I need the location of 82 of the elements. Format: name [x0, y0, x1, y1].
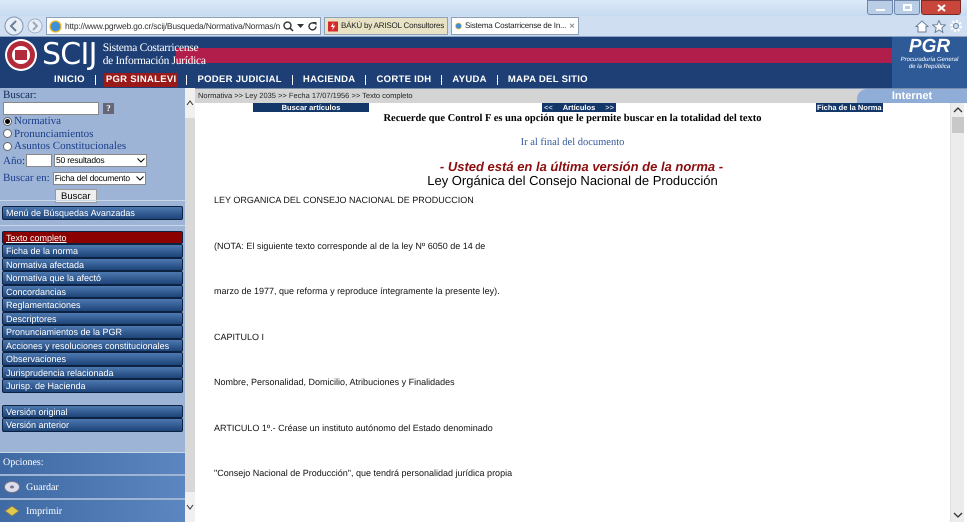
- menu-button[interactable]: Menú de Búsquedas Avanzadas: [2, 206, 183, 220]
- end-link[interactable]: Ir al final del documento: [520, 136, 624, 149]
- close-button[interactable]: [921, 0, 961, 15]
- nav-link[interactable]: AYUDA: [450, 72, 489, 88]
- home-icon[interactable]: [915, 20, 929, 32]
- menu-item[interactable]: Reglamentaciones: [2, 298, 183, 312]
- printer-icon: [4, 505, 20, 517]
- browser-tab[interactable]: Sistema Costarricense de In... ×: [451, 17, 579, 35]
- site-title: Sistema Costarricense: [102, 42, 200, 54]
- minimize-button[interactable]: [867, 0, 893, 15]
- radio-button[interactable]: [3, 142, 12, 151]
- law-paragraph: ARTICULO 1º.- Créase un instituto autónomo del Estado denominado: [214, 422, 494, 434]
- close-icon: [936, 4, 946, 12]
- dropdown-icon[interactable]: [297, 24, 304, 28]
- options-header: Opciones:: [0, 452, 185, 474]
- menu-item[interactable]: Versión anterior: [2, 418, 183, 432]
- settings-icon[interactable]: [949, 19, 963, 33]
- menu-item[interactable]: Jurisprudencia relacionada: [2, 366, 183, 379]
- globe-icon: [49, 20, 62, 32]
- scrollbar[interactable]: [950, 103, 964, 522]
- law-paragraph: (NOTA: El siguiente texto corresponde al de la ley Nº 6050 de 14 de: [214, 240, 486, 252]
- scroll-up-icon[interactable]: [185, 88, 195, 118]
- chevron-down-icon: [136, 176, 144, 181]
- law-paragraph: marzo de 1977, que reforma y reproduce íntegramente la presente ley).: [214, 286, 501, 298]
- year-label: Año:: [3, 154, 25, 168]
- version-notice: - Usted está en la última versión de la norma -: [438, 160, 724, 174]
- radio-label: Asuntos Constitucionales: [14, 140, 126, 152]
- menu-item[interactable]: Ficha de la norma: [2, 244, 183, 258]
- select-field[interactable]: Ficha del documento: [52, 172, 146, 185]
- refresh-icon[interactable]: [307, 20, 318, 32]
- browser-tab[interactable]: BÁKÚ by ARISOL Consultores: [324, 17, 448, 35]
- help-button[interactable]: ?: [103, 103, 114, 114]
- nav-link[interactable]: HACIENDA: [300, 72, 358, 88]
- menu-item[interactable]: Normativa afectada: [2, 258, 183, 271]
- address-bar[interactable]: http://www.pgrweb.go.cr/scij/Busqueda/Normativa/Normas/n: [46, 17, 321, 35]
- search-in-label: Buscar en:: [3, 171, 50, 186]
- scrollbar[interactable]: [185, 88, 195, 522]
- law-paragraph: "Consejo Nacional de Producción", que tendrá personalidad jurídica propia: [214, 468, 514, 480]
- scroll-down-icon[interactable]: [185, 492, 195, 522]
- menu-item[interactable]: Descriptores: [2, 312, 183, 325]
- star-icon[interactable]: [932, 20, 946, 32]
- globe-icon: [455, 20, 462, 32]
- nav-link[interactable]: MAPA DEL SITIO: [506, 72, 590, 88]
- law-paragraph: Nombre, Personalidad, Domicilio, Atribuciones y Finalidades: [214, 377, 456, 388]
- menu-item[interactable]: Versión original: [2, 404, 183, 418]
- nav-link[interactable]: PGR SINALEVI: [104, 72, 178, 88]
- nav-link[interactable]: INICIO: [52, 72, 87, 88]
- bolt-icon: [328, 20, 338, 32]
- radio-button[interactable]: [3, 129, 12, 138]
- chevron-down-icon: [137, 158, 145, 164]
- seal-icon: [4, 38, 38, 72]
- menu-item[interactable]: Texto completo: [2, 230, 183, 244]
- menu-item[interactable]: Acciones y resoluciones constitucionales: [2, 338, 183, 352]
- menu-item[interactable]: Pronunciamientos de la PGR: [2, 325, 183, 338]
- radio-label: Normativa: [14, 115, 62, 128]
- menu-item[interactable]: Concordancias: [2, 284, 183, 298]
- menu-item[interactable]: Normativa que la afectó: [2, 271, 183, 284]
- zone-label: Internet: [857, 89, 967, 103]
- close-tab-button[interactable]: ×: [569, 18, 575, 34]
- law-paragraph: CAPITULO I: [214, 332, 266, 343]
- option-item[interactable]: Guardar: [0, 476, 185, 498]
- disc-icon: [4, 481, 20, 493]
- radio-label: Pronunciamientos: [14, 128, 94, 140]
- search-field[interactable]: [3, 102, 99, 115]
- notice-text: Recuerde que Control F es una opción que le permite buscar en la totalidad del texto: [383, 112, 762, 125]
- search-button[interactable]: Buscar: [55, 189, 97, 204]
- option-item[interactable]: Imprimir: [0, 500, 185, 522]
- nav-link[interactable]: CORTE IDH: [374, 72, 434, 88]
- nav-link[interactable]: PODER JUDICIAL: [195, 72, 284, 88]
- menu-item[interactable]: Observaciones: [2, 352, 183, 366]
- search-label: Buscar:: [3, 89, 38, 102]
- maximize-button[interactable]: [894, 0, 920, 15]
- select-field[interactable]: 50 resultados: [54, 154, 147, 168]
- scroll-thumb[interactable]: [952, 117, 964, 133]
- site-logo: SCIJ: [42, 40, 97, 70]
- back-icon[interactable]: [4, 16, 24, 36]
- search-icon[interactable]: [283, 20, 294, 32]
- law-paragraph: LEY ORGANICA DEL CONSEJO NACIONAL DE PRODUCCION: [214, 195, 475, 206]
- law-title: Ley Orgánica del Consejo Nacional de Producción: [427, 174, 718, 188]
- radio-button[interactable]: [3, 116, 12, 126]
- year-field[interactable]: [26, 154, 52, 168]
- menu-item[interactable]: Jurisp. de Hacienda: [2, 379, 183, 392]
